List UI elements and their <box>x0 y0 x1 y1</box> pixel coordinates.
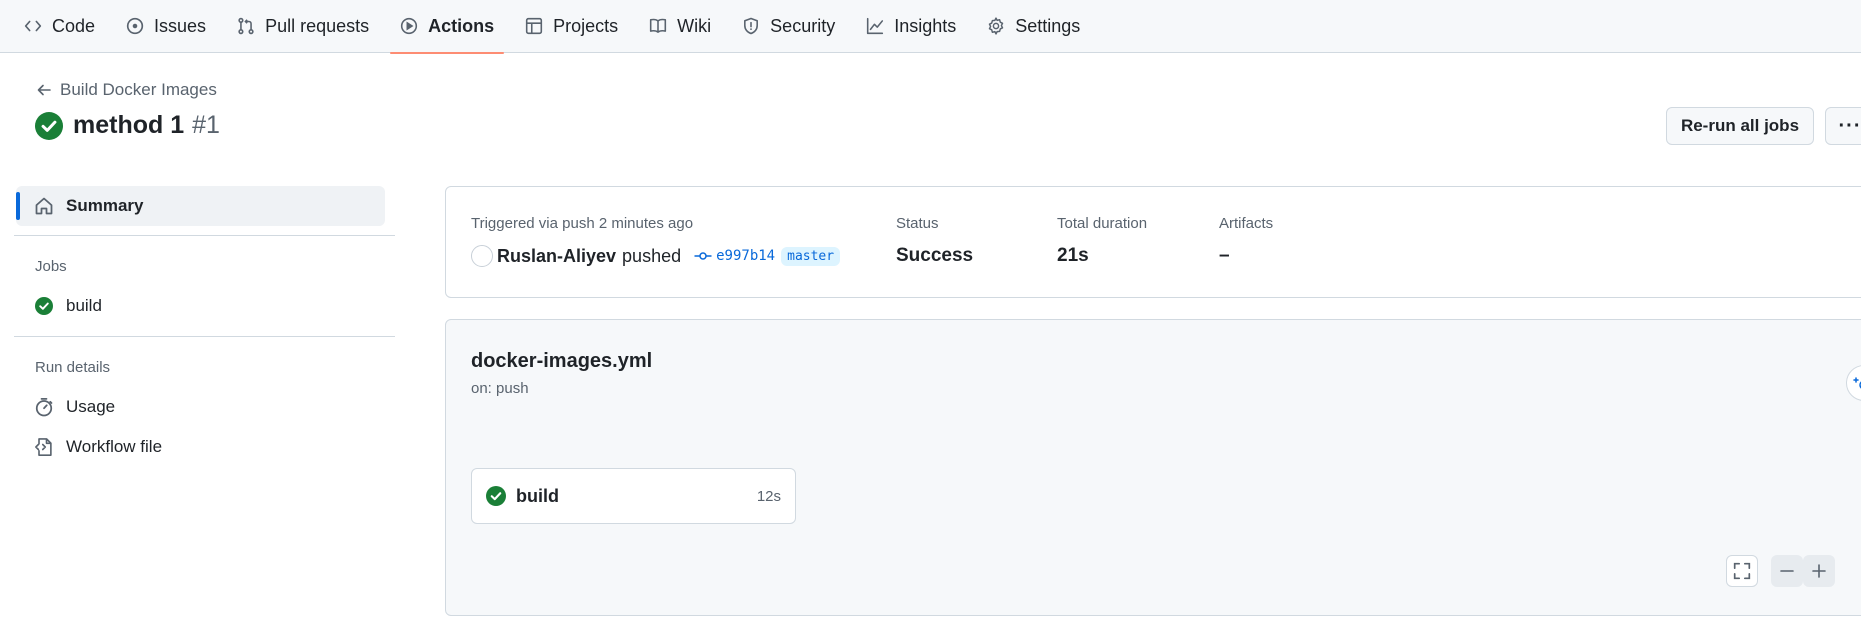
tab-pull-requests[interactable]: Pull requests <box>227 0 379 53</box>
tab-wiki[interactable]: Wiki <box>639 0 721 53</box>
workflow-graph: docker-images.yml on: push build 12s <box>445 319 1861 616</box>
tab-label: Pull requests <box>265 15 370 36</box>
tab-security[interactable]: Security <box>732 0 845 53</box>
graph-icon <box>866 17 884 35</box>
duration-label: Total duration <box>1057 215 1148 232</box>
file-code-icon <box>34 437 54 457</box>
sidebar-item-label: build <box>66 296 102 315</box>
gear-icon <box>987 17 1005 35</box>
workflow-trigger: on: push <box>471 380 529 397</box>
fullscreen-button[interactable] <box>1726 555 1758 587</box>
sidebar-item-label: Summary <box>66 196 144 215</box>
page-title: method 1 #1 <box>35 111 220 140</box>
sidebar-item-label: Workflow file <box>66 437 163 456</box>
job-name: build <box>516 485 559 506</box>
job-node-build[interactable]: build 12s <box>471 468 796 524</box>
tab-actions[interactable]: Actions <box>390 0 505 54</box>
workflow-name: Build Docker Images <box>60 80 217 99</box>
tab-projects[interactable]: Projects <box>515 0 628 53</box>
actor-name[interactable]: Ruslan-Aliyev <box>497 246 616 267</box>
artifacts-label: Artifacts <box>1219 215 1274 232</box>
tab-issues[interactable]: Issues <box>116 0 216 53</box>
run-number: #1 <box>192 111 220 139</box>
tab-label: Actions <box>428 15 495 36</box>
action-text: pushed <box>622 245 682 266</box>
sidebar-item-workflow-file[interactable]: Workflow file <box>34 437 162 457</box>
sidebar-item-summary[interactable]: Summary <box>16 186 385 226</box>
artifacts-value: – <box>1219 245 1230 266</box>
copilot-icon <box>1853 375 1861 391</box>
status-value: Success <box>896 245 974 266</box>
check-circle-icon <box>34 297 54 315</box>
stopwatch-icon <box>34 397 54 417</box>
commit-sha: e997b14 <box>716 248 776 264</box>
branch-badge[interactable]: master <box>781 246 841 266</box>
rerun-all-jobs-button[interactable]: Re-run all jobs <box>1666 107 1814 145</box>
status-label: Status <box>896 215 939 232</box>
duration-value: 21s <box>1057 245 1089 266</box>
play-icon <box>400 17 418 35</box>
sidebar-item-build[interactable]: build <box>34 296 102 316</box>
jobs-heading: Jobs <box>35 258 67 275</box>
divider <box>14 235 395 236</box>
code-icon <box>24 17 42 35</box>
pull-request-icon <box>237 17 255 35</box>
book-icon <box>649 17 667 35</box>
tab-label: Security <box>770 15 836 36</box>
tab-settings[interactable]: Settings <box>977 0 1090 53</box>
tab-label: Code <box>52 15 96 36</box>
home-icon <box>34 196 54 216</box>
git-commit-icon <box>694 249 716 263</box>
back-to-workflow-link[interactable]: Build Docker Images <box>36 80 217 100</box>
plus-icon <box>1811 563 1827 579</box>
check-circle-icon <box>35 111 63 140</box>
avatar[interactable] <box>471 245 493 267</box>
minus-icon <box>1779 563 1795 579</box>
run-details-heading: Run details <box>35 359 111 376</box>
arrow-left-icon <box>36 82 60 98</box>
tab-code[interactable]: Code <box>14 0 105 53</box>
table-icon <box>525 17 543 35</box>
zoom-out-button[interactable] <box>1771 555 1803 587</box>
run-title: method 1 <box>73 111 185 139</box>
push-info: Ruslan-Aliyev pushed e997b14 master <box>471 245 841 267</box>
repo-nav: Code Issues Pull requests Actions Projec… <box>0 0 1861 54</box>
more-options-button[interactable]: ··· <box>1825 107 1861 145</box>
tab-label: Settings <box>1015 15 1081 36</box>
run-summary-card: Triggered via push 2 minutes ago Ruslan-… <box>445 186 1861 298</box>
zoom-in-button[interactable] <box>1803 555 1835 587</box>
trigger-text: Triggered via push 2 minutes ago <box>471 215 694 232</box>
sidebar-item-usage[interactable]: Usage <box>34 397 115 417</box>
sidebar-item-label: Usage <box>66 397 116 416</box>
shield-icon <box>742 17 760 35</box>
divider <box>14 336 395 337</box>
job-duration: 12s <box>756 487 781 505</box>
tab-label: Projects <box>553 15 619 36</box>
tab-label: Insights <box>894 15 957 36</box>
tab-insights[interactable]: Insights <box>856 0 966 53</box>
commit-link[interactable]: e997b14 <box>694 248 775 264</box>
tab-label: Issues <box>154 15 207 36</box>
issue-icon <box>126 17 144 35</box>
active-indicator <box>16 192 20 220</box>
workflow-file-name: docker-images.yml <box>471 350 653 372</box>
check-circle-icon <box>486 486 506 506</box>
tab-label: Wiki <box>677 15 712 36</box>
screen-full-icon <box>1733 562 1751 580</box>
